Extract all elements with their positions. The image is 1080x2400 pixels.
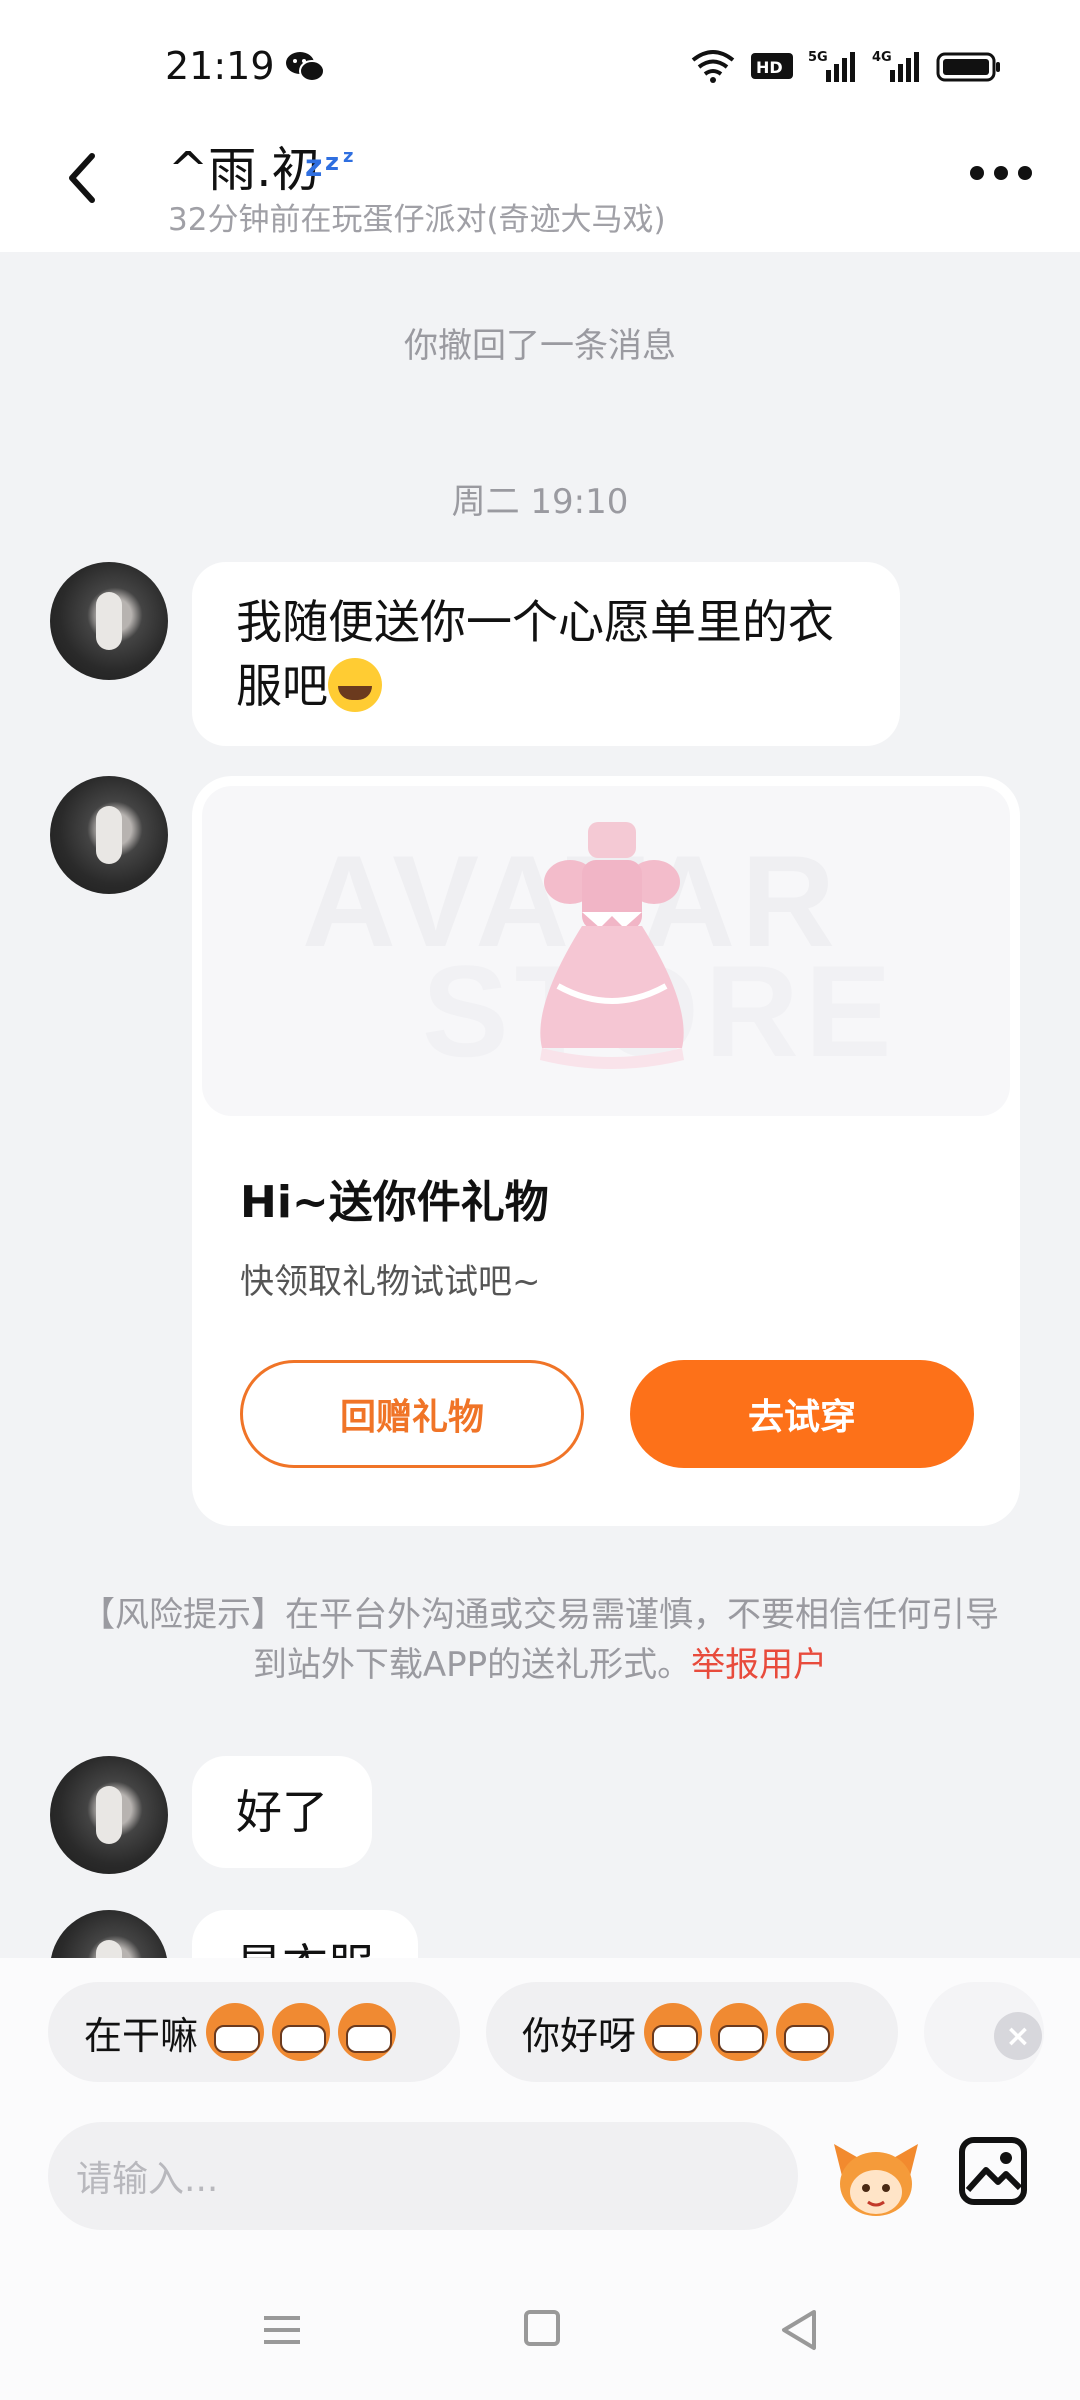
message-bubble[interactable]: 好了 <box>192 1756 372 1868</box>
svg-text:z: z <box>305 149 322 180</box>
message-bubble[interactable]: 我随便送你一个心愿单里的衣服吧 <box>192 562 900 746</box>
more-options-button[interactable] <box>970 164 1032 182</box>
avatar[interactable] <box>50 562 168 680</box>
4g-signal-icon: 4G <box>872 50 919 82</box>
5g-signal-icon: 5G <box>808 50 855 82</box>
grin-emoji-icon <box>206 2003 265 2061</box>
image-icon[interactable] <box>958 2136 1028 2206</box>
wechat-icon <box>286 52 325 82</box>
emoji-mascot-icon[interactable] <box>832 2136 920 2222</box>
message-text: 我随便送你一个心愿单里的衣服吧 <box>236 595 834 713</box>
input-placeholder: 请输入... <box>76 2159 219 2200</box>
message-text: 好了 <box>236 1785 328 1839</box>
back-button[interactable] <box>58 148 108 208</box>
wide-eye-emoji-icon <box>776 2003 835 2061</box>
svg-text:z: z <box>325 148 339 176</box>
contact-status: 32分钟前在玩蛋仔派对(奇迹大马戏) <box>168 202 666 238</box>
gift-card[interactable]: AVATAR STORE Hi~送你件礼物 快领取礼物试试吧~ 回赠礼物 去试穿 <box>192 776 1020 1526</box>
home-icon[interactable] <box>524 2310 560 2346</box>
status-icons: HD 5G 4G <box>690 46 1002 86</box>
grinning-emoji-icon <box>328 658 382 712</box>
dot-icon <box>994 166 1008 180</box>
report-user-link[interactable]: 举报用户 <box>691 1645 827 1685</box>
close-icon[interactable]: × <box>994 2012 1042 2060</box>
quick-reply-chip[interactable]: 在干嘛 <box>48 1982 460 2082</box>
status-time: 21:19 <box>165 44 275 88</box>
contact-name: ^雨.初 <box>168 142 320 198</box>
chat-timestamp: 周二 19:10 <box>451 482 629 522</box>
quick-reply-row: 在干嘛 你好呀 × <box>0 1982 1080 2082</box>
avatar[interactable] <box>50 1756 168 1874</box>
svg-text:HD: HD <box>756 58 783 77</box>
svg-text:4G: 4G <box>872 50 892 65</box>
gift-subtitle: 快领取礼物试试吧~ <box>240 1262 541 1302</box>
recent-apps-icon[interactable] <box>262 2312 302 2348</box>
message-input[interactable]: 请输入... <box>48 2122 798 2230</box>
recall-notice: 你撤回了一条消息 <box>404 326 676 366</box>
wide-eye-emoji-icon <box>710 2003 769 2061</box>
grin-emoji-icon <box>272 2003 331 2061</box>
wifi-icon <box>691 50 735 83</box>
risk-warning: 【风险提示】在平台外沟通或交易需谨慎，不要相信任何引导到站外下载APP的送礼形式… <box>80 1590 1000 1690</box>
svg-text:5G: 5G <box>808 50 828 65</box>
return-gift-button[interactable]: 回赠礼物 <box>240 1360 584 1468</box>
try-on-button[interactable]: 去试穿 <box>630 1360 974 1468</box>
gift-title: Hi~送你件礼物 <box>240 1177 549 1228</box>
quick-reply-text: 在干嘛 <box>84 2013 199 2058</box>
avatar[interactable] <box>50 776 168 894</box>
dot-icon <box>1018 166 1032 180</box>
back-triangle-icon[interactable] <box>780 2308 820 2352</box>
risk-text: 【风险提示】在平台外沟通或交易需谨慎，不要相信任何引导到站外下载APP的送礼形式… <box>81 1595 999 1685</box>
svg-text:z: z <box>343 146 353 167</box>
grin-emoji-icon <box>338 2003 397 2061</box>
pink-dress-icon <box>540 822 684 1069</box>
top-bar: 21:19 HD 5G 4G ^雨.初 z z z 32分钟前在玩蛋仔派对(奇迹… <box>0 0 1080 252</box>
quick-reply-text: 你好呀 <box>522 2013 637 2058</box>
sleeping-zz-icon: z z z <box>305 146 353 180</box>
hd-icon: HD <box>751 53 793 79</box>
quick-reply-chip[interactable]: 你好呀 <box>486 1982 898 2082</box>
wide-eye-emoji-icon <box>644 2003 703 2061</box>
system-nav-bar <box>0 2290 1080 2400</box>
gift-image: AVATAR STORE <box>202 786 1010 1116</box>
battery-icon <box>936 52 1000 82</box>
dot-icon <box>970 166 984 180</box>
